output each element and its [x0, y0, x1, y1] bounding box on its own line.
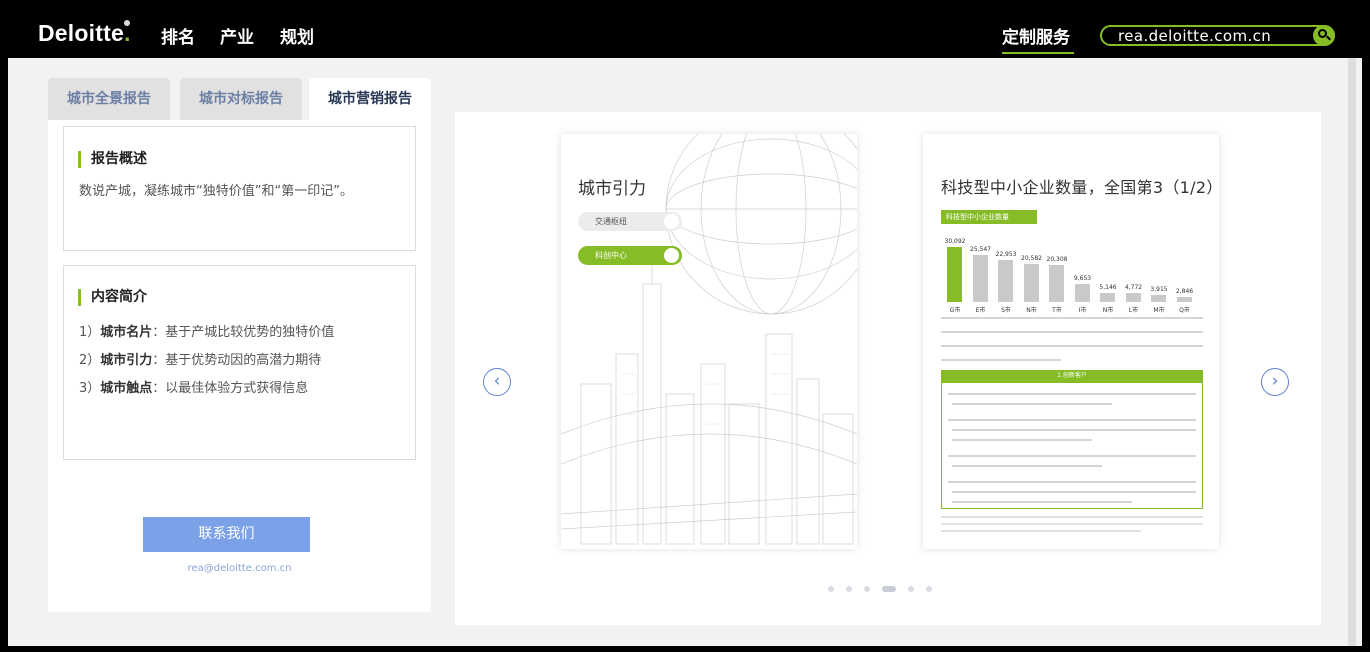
- overview-title: 报告概述: [78, 151, 147, 168]
- pagination-dot[interactable]: [864, 586, 870, 592]
- chart-category-label: N市: [1026, 307, 1037, 314]
- tab-city-marketing[interactable]: 城市营销报告: [309, 78, 431, 120]
- section-band: 1.创新客户: [941, 370, 1203, 382]
- search-icon[interactable]: [1313, 25, 1335, 46]
- chart-bar: [998, 260, 1013, 302]
- active-nav-underline: [1002, 52, 1074, 54]
- chevron-left-icon: ‹: [493, 371, 501, 391]
- intro-box: 内容简介 1）城市名片：基于产城比较优势的独特价值 2）城市引力：基于优势动因的…: [63, 265, 416, 460]
- chart-bar: [1023, 264, 1039, 302]
- chart-value-label: 2,846: [1175, 287, 1194, 295]
- chart-value-label: 20,308: [1046, 255, 1068, 263]
- chart-bar: [947, 247, 962, 302]
- pagination-dot[interactable]: [926, 586, 932, 592]
- nav-planning[interactable]: 规划: [280, 23, 314, 48]
- slide-tech-sme-count[interactable]: 科技型中小企业数量，全国第3（1/2） 科技型中小企业数量 30,092 G市 25…: [923, 134, 1219, 549]
- chart-bar: [1151, 294, 1166, 302]
- pagination-dot-active[interactable]: [882, 586, 896, 592]
- slide-city-attraction[interactable]: 城市引力 交通枢纽 科创中心: [561, 134, 857, 549]
- top-navigation-bar: Deloitte. 排名 产业 规划 定制服务 rea.deloitte.com…: [8, 8, 1362, 58]
- footnote-lines: [941, 516, 1203, 532]
- overview-box: 报告概述 数说产城，凝练城市“独特价值”和“第一印记”。: [63, 126, 416, 251]
- chart-bar: [972, 255, 988, 302]
- chart-category-label: L市: [1128, 307, 1139, 314]
- pagination-dot[interactable]: [846, 586, 852, 592]
- deloitte-logo[interactable]: Deloitte.: [38, 20, 130, 47]
- chart-category-label: S市: [1001, 307, 1011, 314]
- intro-item: 1）城市名片：基于产城比较优势的独特价值: [79, 325, 335, 340]
- detail-box: [941, 382, 1203, 509]
- report-info-card: 报告概述 数说产城，凝练城市“独特价值”和“第一印记”。 内容简介 1）城市名片…: [48, 120, 431, 612]
- pagination-dot[interactable]: [828, 586, 834, 592]
- chart-bar: [1176, 296, 1192, 302]
- slide-title: 城市引力: [578, 179, 646, 199]
- chart-category-label: G市: [949, 307, 961, 314]
- chart-bar: [1049, 264, 1064, 302]
- chart-category-label: Q市: [1179, 307, 1190, 314]
- nav-ranking[interactable]: 排名: [161, 23, 195, 48]
- carousel-prev-button[interactable]: ‹: [483, 368, 511, 396]
- text-line: [941, 359, 1061, 361]
- toggle-transport-hub[interactable]: 交通枢纽: [578, 212, 682, 231]
- chart-bar: [1100, 292, 1115, 302]
- overview-text: 数说产城，凝练城市“独特价值”和“第一印记”。: [79, 184, 353, 199]
- chart-value-label: 30,092: [944, 238, 966, 245]
- intro-title: 内容简介: [78, 289, 147, 306]
- slide-title: 科技型中小企业数量，全国第3（1/2）: [941, 178, 1219, 197]
- page-frame: Deloitte. 排名 产业 规划 定制服务 rea.deloitte.com…: [8, 8, 1362, 646]
- intro-item: 3）城市触点：以最佳体验方式获得信息: [79, 381, 309, 396]
- carousel-next-button[interactable]: ›: [1261, 368, 1289, 396]
- text-line: [941, 317, 1203, 319]
- chart-chip: 科技型中小企业数量: [941, 210, 1037, 224]
- nav-industry[interactable]: 产业: [220, 23, 254, 48]
- chart-bar: [1125, 293, 1141, 302]
- chart-category-label: E市: [975, 307, 986, 314]
- nav-custom-service[interactable]: 定制服务: [1002, 23, 1070, 48]
- chart-category-label: N市: [1102, 307, 1114, 314]
- text-line: [941, 345, 1203, 347]
- chart-category-label: M市: [1153, 307, 1165, 314]
- chevron-right-icon: ›: [1271, 371, 1279, 391]
- page-scrollbar[interactable]: [1348, 58, 1356, 646]
- detail-text-lines: [948, 393, 1196, 503]
- pagination-dot[interactable]: [908, 586, 914, 592]
- tab-city-benchmark[interactable]: 城市对标报告: [180, 78, 302, 120]
- report-carousel: ‹ › 城市引力 交通枢纽 科创中心 科技型中小企业数量，全国第3（1/2） 科…: [455, 112, 1321, 625]
- chart-category-label: I市: [1078, 307, 1087, 314]
- text-line: [941, 331, 1203, 333]
- toggle-innovation-center[interactable]: 科创中心: [578, 246, 682, 265]
- search-box[interactable]: rea.deloitte.com.cn: [1100, 25, 1335, 46]
- chart-bar: [1074, 284, 1090, 302]
- contact-email-link[interactable]: rea@deloitte.com.cn: [88, 563, 391, 574]
- search-input[interactable]: rea.deloitte.com.cn: [1118, 27, 1271, 45]
- report-tabs: 城市全景报告 城市对标报告 城市营销报告: [48, 78, 431, 120]
- tab-city-panorama[interactable]: 城市全景报告: [48, 78, 170, 120]
- chart-value-label: 9,653: [1073, 275, 1092, 283]
- intro-item: 2）城市引力：基于优势动因的高潜力期待: [79, 353, 322, 368]
- chart-category-label: T市: [1052, 307, 1062, 314]
- contact-us-button[interactable]: 联系我们: [143, 517, 310, 552]
